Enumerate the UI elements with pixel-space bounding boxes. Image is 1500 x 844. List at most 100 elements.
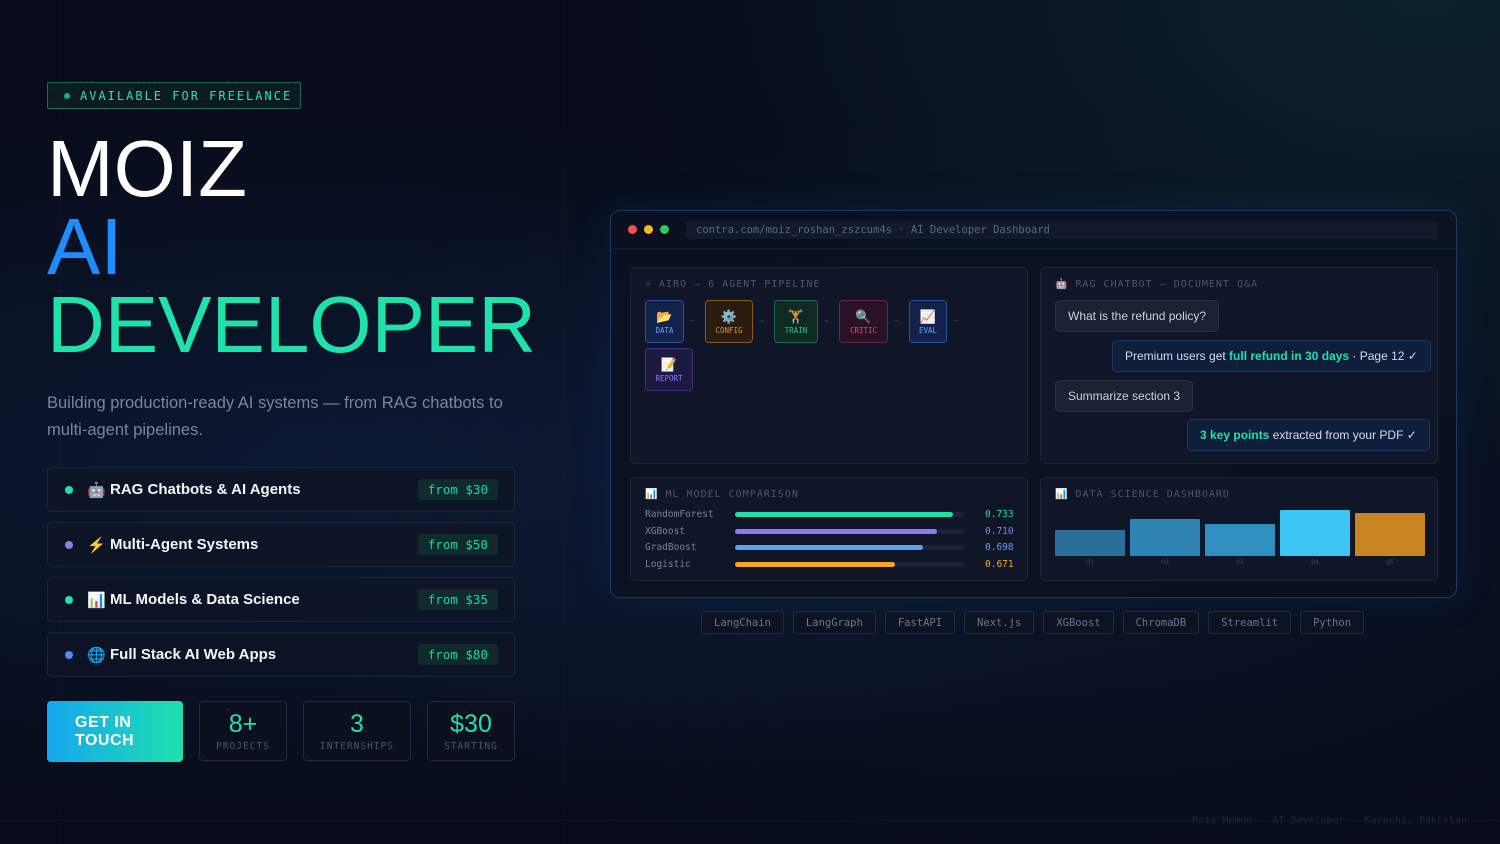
agent-train[interactable]: 🏋 TRAIN [774, 300, 818, 343]
service-dot-icon [65, 540, 73, 549]
service-dot-icon [65, 485, 73, 494]
model-row: RandomForest 0.733 [645, 507, 1015, 521]
agent-critic[interactable]: 🔍 CRITIC [839, 300, 888, 343]
model-bar [735, 561, 896, 567]
bot-text: · Page 12 ✓ [1349, 349, 1418, 363]
agent-label: DATA [655, 325, 674, 335]
dashboard-window: contra.com/moiz_roshan_zszcum4s · AI Dev… [610, 210, 1457, 598]
service-dot-icon [65, 650, 73, 659]
model-track [735, 544, 964, 550]
hero-title-name: MOIZ [47, 124, 247, 213]
service-name: RAG Chatbots & AI Agents [110, 481, 301, 498]
tech-tag: Python [1300, 611, 1365, 634]
arrow-icon: → [689, 316, 694, 325]
model-track [735, 561, 964, 567]
service-dot-icon [65, 595, 73, 604]
model-bar [735, 528, 937, 534]
bot-text: Premium users get [1125, 349, 1230, 363]
cta-row: GET IN TOUCH 8+ PROJECTS 3 INTERNSHIPS $3… [47, 701, 515, 762]
ds-title: 📊 DATA SCIENCE DASHBOARD [1055, 489, 1230, 500]
agent-config[interactable]: ⚙️ CONFIG [705, 300, 753, 343]
tech-tag: Next.js [964, 611, 1035, 634]
arrow-icon: → [953, 316, 958, 325]
model-score: 0.733 [985, 508, 1014, 520]
ml-title: 📊 ML MODEL COMPARISON [645, 489, 799, 500]
pipeline-panel: ⚡ AIRO — 6 AGENT PIPELINE 📂 DATA → ⚙️ CO… [630, 267, 1028, 464]
service-price: from $50 [417, 534, 498, 555]
ds-bar-chart: Q1 Q2 Q3 Q4 Q5 [1055, 510, 1425, 566]
get-in-touch-button[interactable]: GET IN TOUCH [47, 701, 183, 762]
model-name: RandomForest [645, 508, 714, 520]
model-track [735, 528, 964, 534]
magnifier-icon: 🔍 [855, 308, 872, 324]
hero-title-developer: DEVELOPER [47, 280, 537, 369]
stat-value: 3 [350, 709, 364, 738]
rag-chat-panel: 🤖 RAG CHATBOT — DOCUMENT Q&A What is the… [1040, 267, 1438, 464]
model-name: XGBoost [645, 525, 686, 537]
status-dot-icon [64, 92, 70, 99]
tech-tag: Streamlit [1208, 611, 1292, 634]
agent-data[interactable]: 📂 DATA [645, 300, 684, 343]
rag-title: 🤖 RAG CHATBOT — DOCUMENT Q&A [1055, 279, 1259, 290]
service-price: from $30 [417, 479, 498, 500]
ds-bar-label: Q3 [1236, 558, 1244, 566]
folder-icon: 📂 [656, 308, 673, 324]
model-score: 0.671 [985, 558, 1014, 570]
agent-label: TRAIN [784, 325, 808, 335]
url-bar[interactable]: contra.com/moiz_roshan_zszcum4s · AI Dev… [686, 220, 1438, 239]
stat-projects: 8+ PROJECTS [199, 701, 287, 761]
close-window-icon[interactable] [628, 225, 637, 234]
availability-badge: AVAILABLE FOR FREELANCE [47, 82, 301, 109]
stat-starting: $30 STARTING [427, 701, 515, 761]
ds-bar-label: Q1 [1086, 558, 1094, 566]
stat-label: INTERNSHIPS [320, 740, 394, 752]
arrow-icon: → [759, 316, 764, 325]
arrow-icon: → [894, 316, 899, 325]
tech-tag: FastAPI [884, 611, 956, 634]
service-item-rag[interactable]: 🤖 RAG Chatbots & AI Agents from $30 [47, 467, 515, 512]
chat-bot-message: 3 key points extracted from your PDF ✓ [1187, 419, 1430, 451]
maximize-window-icon[interactable] [660, 225, 669, 234]
model-bar [735, 544, 923, 550]
service-name: ML Models & Data Science [110, 591, 300, 608]
ds-bar [1130, 519, 1200, 556]
service-name: Multi-Agent Systems [110, 536, 259, 553]
ds-bar-label: Q4 [1311, 558, 1319, 566]
hero-subtitle: Building production-ready AI systems — f… [47, 394, 503, 439]
bar-chart-icon: 📊 [87, 591, 106, 609]
footer-role: AI Developer [1272, 815, 1345, 826]
minimize-window-icon[interactable] [644, 225, 653, 234]
globe-icon: 🌐 [87, 646, 106, 664]
model-name: Logistic [645, 558, 691, 570]
agent-report[interactable]: 📝 REPORT [645, 348, 693, 391]
robot-icon: 🤖 [87, 481, 106, 499]
pipeline-title: ⚡ AIRO — 6 AGENT PIPELINE [645, 279, 821, 290]
tech-tag: ChromaDB [1122, 611, 1200, 634]
ds-bar-label: Q2 [1161, 558, 1169, 566]
memo-icon: 📝 [660, 356, 678, 372]
service-item-ml[interactable]: 📊 ML Models & Data Science from $35 [47, 577, 515, 622]
ds-bar [1205, 524, 1275, 556]
tech-tag: XGBoost [1043, 611, 1114, 634]
chat-user-message: What is the refund policy? [1055, 300, 1220, 332]
tech-tag: LangGraph [792, 611, 876, 634]
service-name: Full Stack AI Web Apps [110, 646, 277, 663]
agent-label: CONFIG [715, 325, 743, 335]
model-bar [735, 511, 953, 517]
agent-label: EVAL [918, 325, 938, 335]
service-item-multi-agent[interactable]: ⚡ Multi-Agent Systems from $50 [47, 522, 515, 567]
gear-icon: ⚙️ [720, 308, 738, 324]
service-item-fullstack[interactable]: 🌐 Full Stack AI Web Apps from $80 [47, 632, 515, 677]
ds-bar [1355, 513, 1425, 556]
trend-chart-icon: 📈 [919, 308, 937, 324]
agent-eval[interactable]: 📈 EVAL [909, 300, 947, 343]
chat-user-message: Summarize section 3 [1055, 380, 1194, 412]
bot-text: extracted from your PDF ✓ [1269, 428, 1417, 442]
footer-name: Moiz Memon [1192, 815, 1253, 826]
stat-value: $30 [450, 709, 492, 738]
stat-internships: 3 INTERNSHIPS [303, 701, 411, 761]
footer-location: Karachi, Pakistan [1364, 815, 1467, 826]
weightlifter-icon: 🏋 [787, 308, 805, 324]
ds-bar [1055, 530, 1125, 556]
arrow-icon: → [824, 316, 829, 325]
